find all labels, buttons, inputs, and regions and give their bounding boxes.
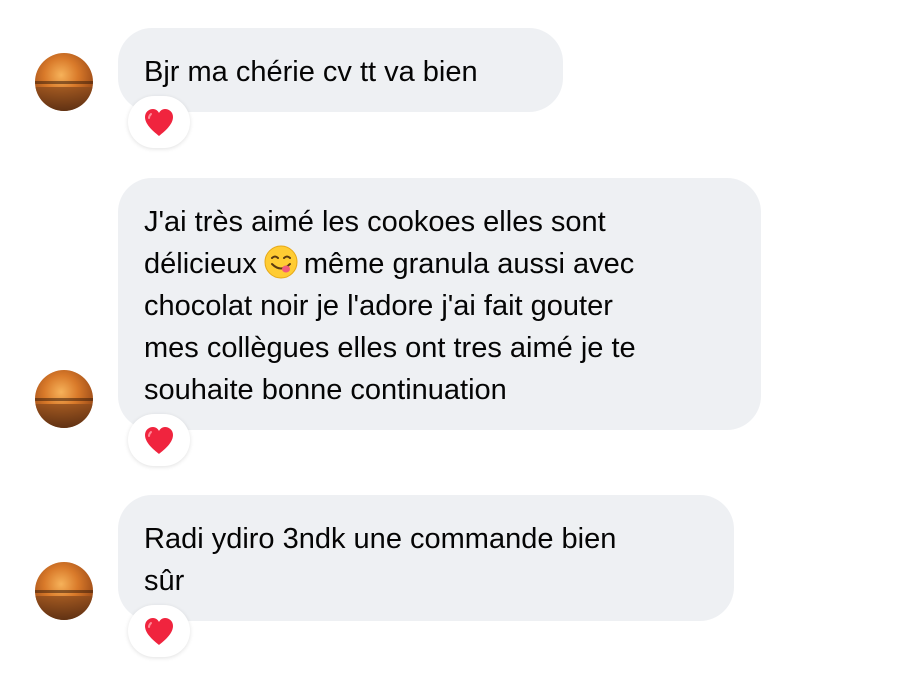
message-text: chocolat noir je l'adore j'ai fait goute…	[144, 290, 613, 322]
message-bubble[interactable]: Radi ydiro 3ndk une commande bien sûr	[118, 495, 734, 621]
message-text: souhaite bonne continuation	[144, 374, 507, 406]
red-heart-icon	[145, 109, 173, 136]
message-text: sûr	[144, 565, 185, 597]
red-heart-icon	[145, 618, 173, 645]
sender-avatar[interactable]	[35, 562, 93, 620]
message-bubble[interactable]: Bjr ma chérie cv tt va bien	[118, 28, 563, 112]
face-savoring-food-emoji	[264, 245, 298, 279]
sender-avatar[interactable]	[35, 53, 93, 111]
message-text: mes collègues elles ont tres aimé je te	[144, 332, 636, 364]
reaction-badge[interactable]	[128, 605, 190, 657]
message-text: J'ai très aimé les cookoes elles sont	[144, 206, 606, 238]
reaction-badge[interactable]	[128, 414, 190, 466]
message-text-with-emoji: délicieux même granula aussi avec	[144, 243, 731, 285]
message-bubble[interactable]: J'ai très aimé les cookoes elles sont dé…	[118, 178, 761, 430]
message-text: délicieux	[144, 248, 257, 280]
sender-avatar[interactable]	[35, 370, 93, 428]
message-text: Bjr ma chérie cv tt va bien	[144, 56, 478, 88]
red-heart-icon	[145, 427, 173, 454]
message-text: Radi ydiro 3ndk une commande bien	[144, 523, 617, 555]
message-text: même granula aussi avec	[303, 248, 635, 280]
reaction-badge[interactable]	[128, 96, 190, 148]
